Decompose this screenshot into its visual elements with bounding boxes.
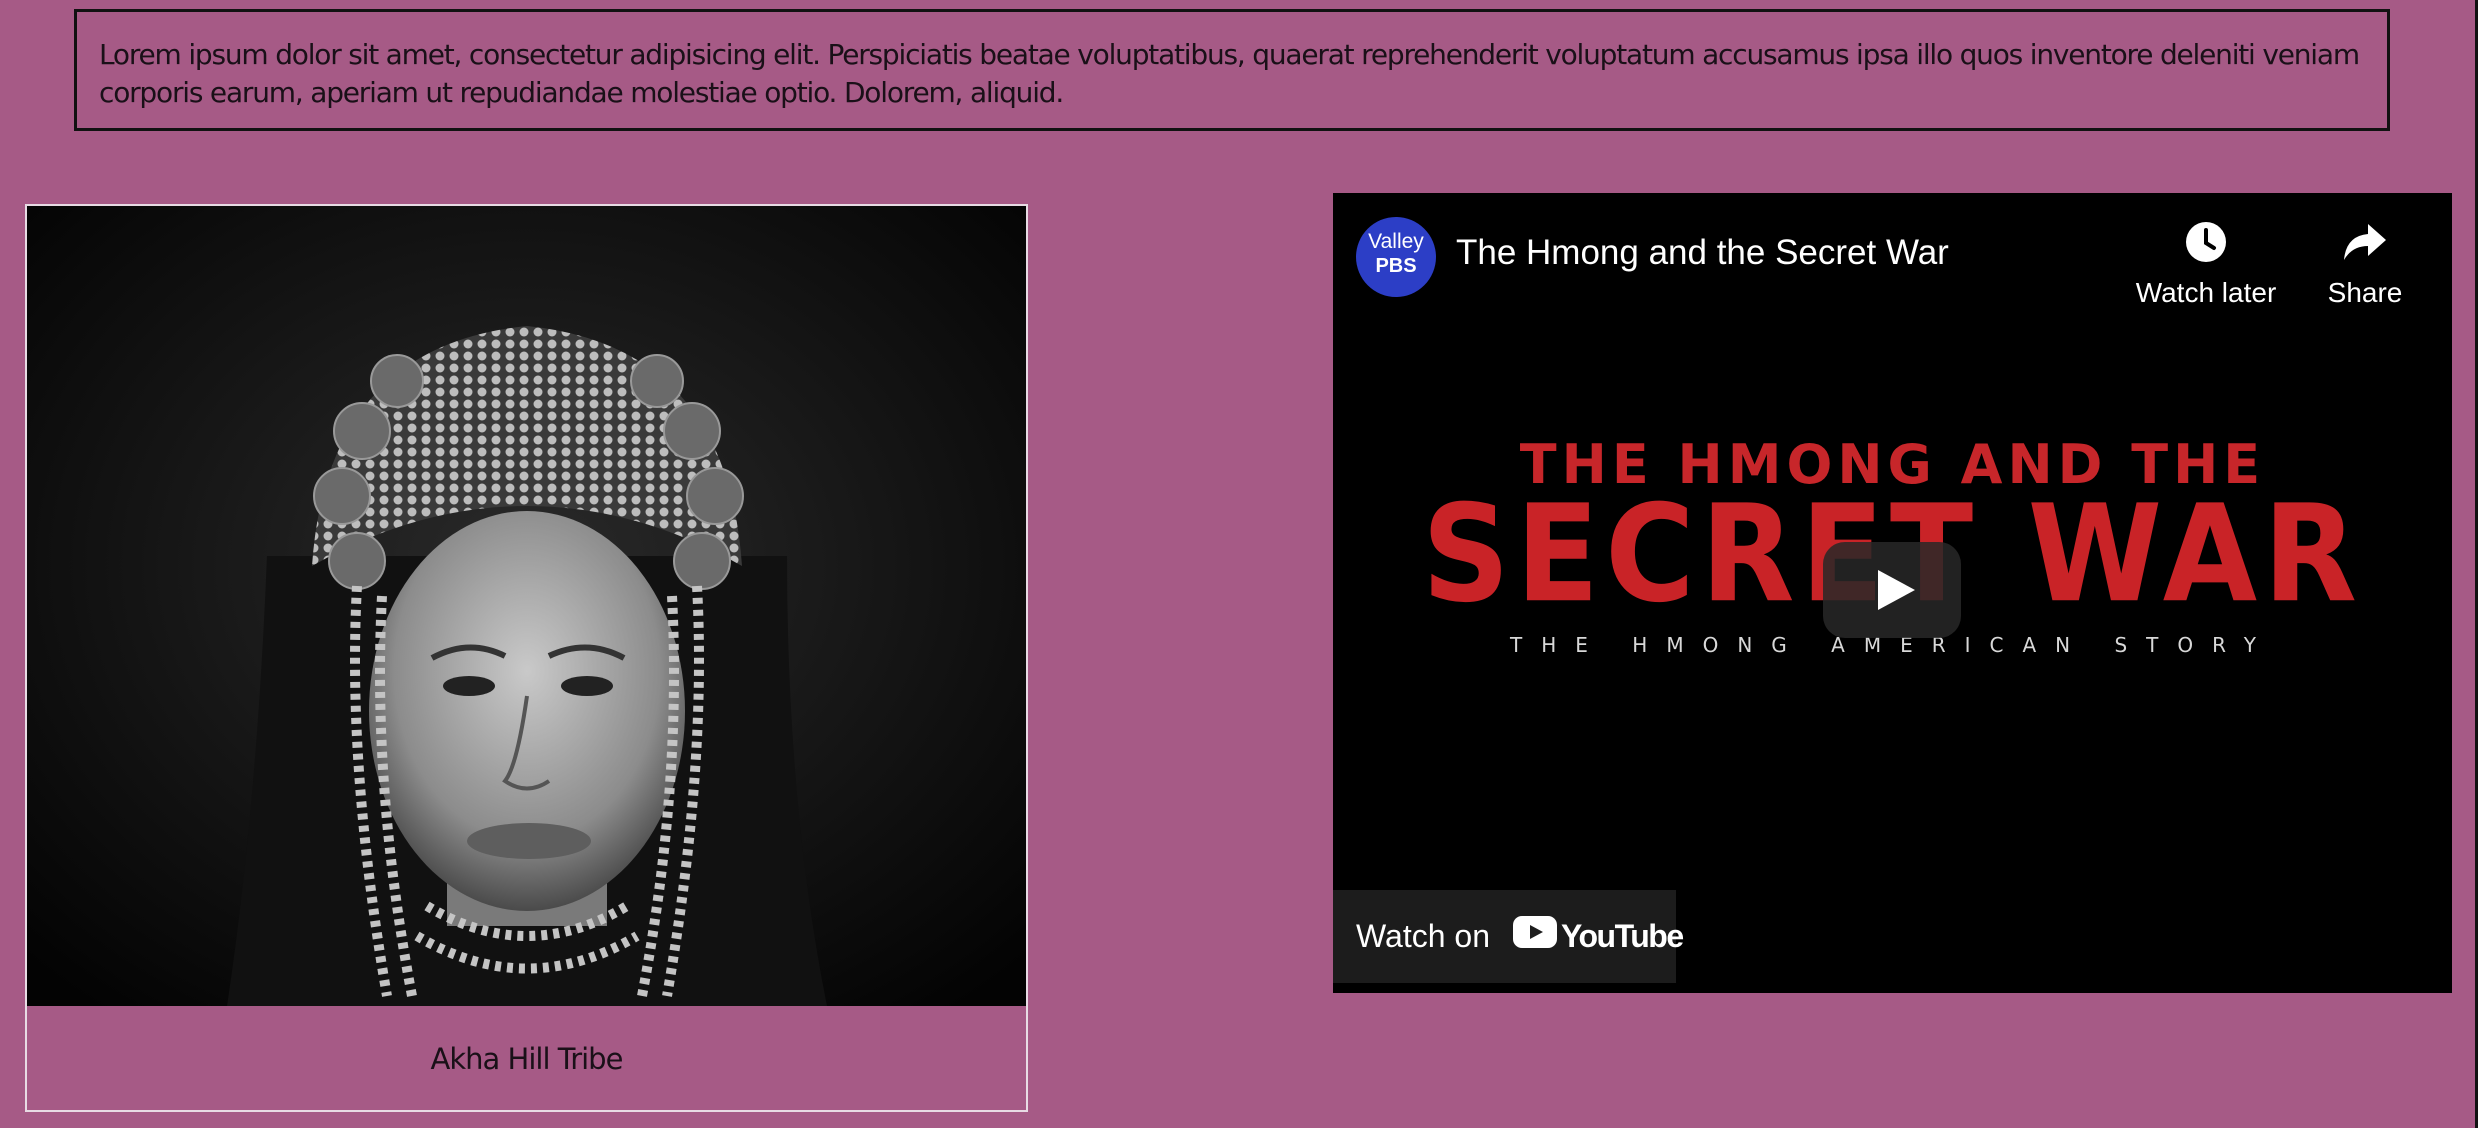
youtube-logo-icon xyxy=(1513,916,1557,948)
watch-on-youtube-button[interactable]: Watch on YouTube xyxy=(1333,890,1684,983)
photo-caption: Akha Hill Tribe xyxy=(430,1042,624,1076)
channel-logo-line2: PBS xyxy=(1375,255,1417,277)
share-label: Share xyxy=(2327,277,2403,308)
share-button[interactable]: Share xyxy=(2305,217,2425,309)
clock-icon xyxy=(2121,217,2291,267)
video-player[interactable]: Valley PBS The Hmong and the Secret War … xyxy=(1333,193,2452,993)
watch-later-label: Watch later xyxy=(2135,277,2277,308)
portrait-photo xyxy=(27,206,1026,1006)
watch-on-label: Watch on xyxy=(1356,918,1490,954)
watch-later-button[interactable]: Watch later xyxy=(2121,217,2291,309)
channel-avatar[interactable]: Valley PBS xyxy=(1356,217,1436,297)
intro-paragraph: Lorem ipsum dolor sit amet, consectetur … xyxy=(99,38,2360,109)
youtube-wordmark: YouTube xyxy=(1561,918,1684,954)
intro-text-box: Lorem ipsum dolor sit amet, consectetur … xyxy=(74,9,2390,131)
play-icon xyxy=(1878,570,1915,610)
channel-logo-line1: Valley xyxy=(1368,230,1424,253)
share-arrow-icon xyxy=(2305,217,2425,267)
photo-figure: Akha Hill Tribe xyxy=(25,204,1028,1112)
play-button[interactable] xyxy=(1823,542,1961,638)
video-title-link[interactable]: The Hmong and the Secret War xyxy=(1456,233,1949,273)
